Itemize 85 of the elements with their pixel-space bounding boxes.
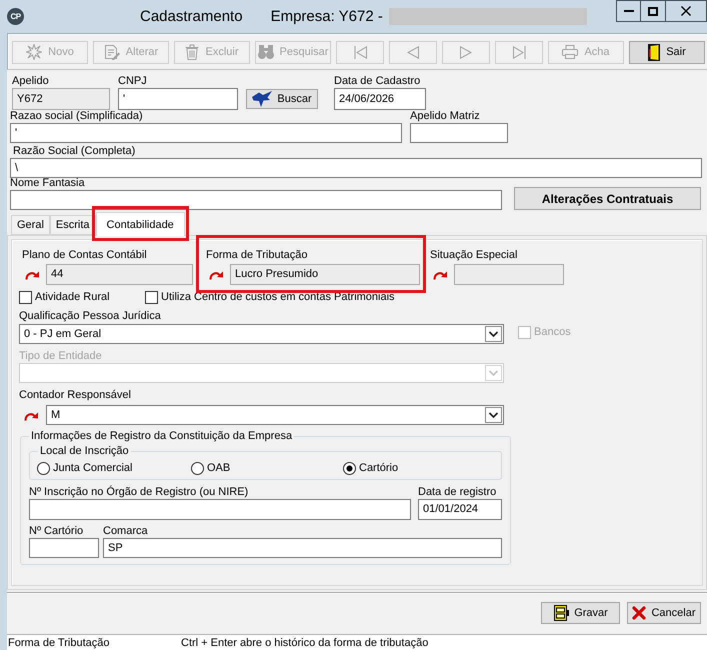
cancelar-button[interactable]: Cancelar [627, 602, 701, 624]
text-field[interactable]: \ [10, 158, 702, 178]
printer-icon [562, 45, 578, 59]
dropdown-field[interactable]: 0 - PJ em Geral [19, 324, 504, 344]
field-label: Forma de Tributação [206, 249, 308, 262]
field-label: Situação Especial [430, 249, 518, 262]
radio-label: OAB [207, 462, 230, 475]
tab[interactable]: Contabilidade [96, 212, 185, 236]
field-label: Data de registro [418, 486, 496, 499]
document-pencil-icon [104, 44, 120, 60]
field-label: Tipo de Entidade [19, 350, 102, 363]
window-title: Cadastramento [140, 8, 243, 25]
bird-icon [252, 91, 272, 107]
text-field[interactable]: ' [10, 123, 402, 143]
redo-arrow-icon [433, 269, 447, 280]
door-icon [648, 44, 660, 60]
buscar-button[interactable]: Buscar [246, 89, 318, 109]
group-title: Local de Inscrição [39, 445, 130, 458]
tab[interactable]: Geral [11, 215, 50, 235]
save-icon [553, 605, 570, 621]
field-label: Data de Cadastro [334, 75, 420, 88]
checkbox-label: Utiliza Centro de custos em contas Patrimoniais [161, 291, 395, 304]
bar-triangle-right-icon [512, 46, 526, 58]
bar-triangle-left-icon [354, 46, 366, 58]
text-field[interactable] [454, 264, 564, 285]
checkbox[interactable] [19, 291, 32, 304]
chevron-down-icon [485, 365, 502, 381]
field-label: CNPJ [118, 75, 147, 88]
text-field[interactable] [410, 123, 508, 143]
field-label: Razao social (Simplificada) [10, 110, 143, 123]
chevron-down-icon [485, 326, 502, 342]
radio-label: Cartório [359, 462, 398, 475]
minimize-icon [624, 10, 634, 12]
text-field[interactable]: SP [103, 538, 502, 558]
close-icon [681, 6, 691, 16]
dropdown-field[interactable]: M [46, 405, 504, 425]
field-label: Razão Social (Completa) [13, 145, 136, 158]
radio-label: Junta Comercial [53, 462, 132, 475]
redo-arrow-icon [24, 410, 38, 420]
checkbox[interactable] [145, 291, 158, 304]
field-label: Comarca [103, 525, 148, 538]
status-hint: Ctrl + Enter abre o histórico da forma de tributação [181, 636, 428, 650]
text-field[interactable]: Y672 [12, 88, 110, 110]
text-field[interactable] [29, 538, 99, 558]
field-label: Nome Fantasia [10, 177, 85, 190]
maximize-button[interactable] [640, 0, 666, 22]
radio-button[interactable] [37, 462, 50, 475]
field-label: Apelido Matriz [410, 110, 480, 123]
tab[interactable]: Escrita [50, 215, 96, 235]
checkbox-label: Atividade Rural [35, 291, 110, 304]
text-field[interactable]: 44 [46, 264, 193, 285]
field-label: Contador Responsável [19, 389, 131, 402]
text-field[interactable] [29, 499, 411, 520]
group-title: Informações de Registro da Constituição da Empresa [30, 430, 294, 443]
minimize-button[interactable] [616, 0, 641, 22]
gravar-button[interactable]: Gravar [541, 602, 620, 624]
chevron-down-icon [485, 407, 502, 423]
field-label: Nº Cartório [29, 525, 84, 538]
starburst-icon [26, 44, 42, 60]
triangle-right-icon [460, 46, 472, 58]
triangle-left-icon [407, 46, 419, 58]
field-label: Nº Inscrição no Órgão de Registro (ou NIRE) [29, 486, 248, 499]
redo-arrow-icon [209, 269, 223, 280]
radio-button[interactable] [343, 462, 356, 475]
field-label: Plano de Contas Contábil [22, 249, 147, 262]
company-title: Empresa: Y672 - [270, 8, 383, 25]
cross-icon [632, 606, 646, 620]
redo-arrow-icon [25, 269, 39, 280]
text-field[interactable]: 24/06/2026 [334, 88, 426, 110]
text-field[interactable]: Lucro Presumido [230, 264, 420, 285]
binoculars-icon [258, 45, 274, 59]
close-button[interactable] [665, 0, 707, 22]
maximize-icon [648, 6, 658, 16]
exit-button[interactable]: Sair [629, 40, 705, 64]
radio-button[interactable] [191, 462, 204, 475]
text-field[interactable] [10, 190, 502, 210]
text-field[interactable]: 01/01/2024 [418, 499, 502, 520]
alteracoes-contratuais-button[interactable]: Alterações Contratuais [514, 187, 701, 210]
field-label: Apelido [12, 75, 49, 88]
app-logo: CP [7, 8, 24, 25]
text-field[interactable]: ' [118, 88, 238, 110]
status-field-name: Forma de Tributação [8, 636, 110, 650]
checkbox-label: Bancos [534, 326, 571, 339]
field-label: Qualificação Pessoa Jurídica [19, 310, 161, 323]
trash-icon [185, 44, 200, 60]
